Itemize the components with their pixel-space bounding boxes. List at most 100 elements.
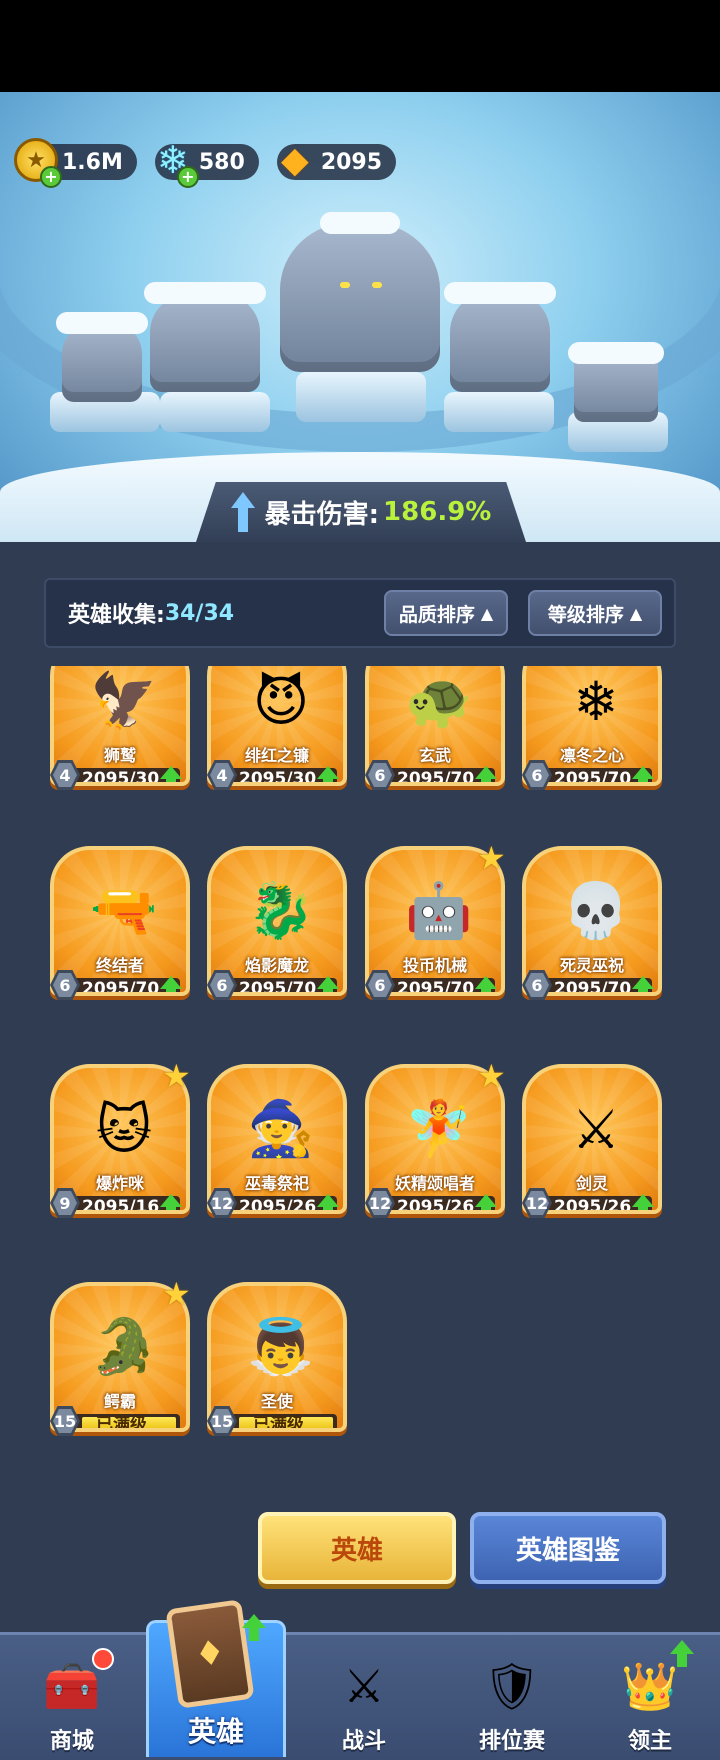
hero-progress-text: 2095/70 [397, 979, 475, 996]
necromancer-icon: 💀 [562, 879, 630, 942]
hero-progress-text: 2095/26 [554, 1197, 632, 1214]
upgrade-arrow-icon [160, 1194, 182, 1210]
hero-card[interactable]: 🦅 狮鹫 2095/30 4 [50, 666, 190, 796]
crossed-swords-icon: ⚔ [343, 1659, 385, 1713]
plus-icon[interactable]: + [40, 166, 62, 188]
star-icon: ★ [477, 1057, 506, 1095]
upgrade-arrow-icon [317, 766, 339, 782]
up-arrow-icon [230, 492, 255, 532]
collection-label: 英雄收集: [68, 603, 165, 628]
shield-crest-icon: 🛡 [482, 1658, 542, 1713]
statue-2 [144, 282, 266, 392]
nav-ranked[interactable]: 🛡 排位赛 [440, 1635, 584, 1760]
pedestal-center [296, 372, 426, 422]
fairy-icon: 🧚 [405, 1097, 473, 1160]
star-icon: ★ [162, 1275, 191, 1313]
nav-lord[interactable]: 👑 领主 [578, 1635, 720, 1760]
hero-progress-text: 2095/70 [82, 979, 160, 996]
upgrade-arrow-icon [475, 1194, 497, 1210]
nav-hero-label: 英雄 [187, 1715, 244, 1748]
hero-progress-text: 2095/30 [82, 769, 160, 786]
crystal-value: 580 [198, 149, 245, 175]
crit-value: 186.9% [383, 497, 492, 527]
hero-button-label: 英雄 [330, 1535, 383, 1566]
ice-queen-icon: ❄ [573, 669, 619, 733]
notification-dot-icon [92, 1648, 114, 1670]
quality-sort-button[interactable]: 品质排序 ▲ [384, 590, 508, 636]
hero-card[interactable]: 💀 死灵巫祝 2095/70 6 [522, 846, 662, 1006]
status-bar [0, 0, 720, 92]
hero-card[interactable]: 🤖 投币机械 2095/70 6 ★ [365, 842, 506, 1006]
crystal-currency[interactable]: ❄ + 580 [154, 138, 259, 188]
crit-label: 暴击伤害: [264, 499, 380, 530]
triangle-up-icon: ▲ [480, 603, 494, 623]
hero-card[interactable]: 🧚 妖精颂唱者 2095/26 12 ★ [365, 1060, 506, 1224]
nav-shop-label: 商城 [49, 1729, 94, 1754]
upgrade-arrow-icon [160, 766, 182, 782]
statue-5 [568, 342, 664, 422]
griffin-icon: 🦅 [90, 669, 158, 732]
hero-card[interactable]: 🐉 焰影魔龙 2095/70 6 [207, 846, 347, 1006]
level-sort-button[interactable]: 等级排序 ▲ [528, 590, 662, 636]
plus-icon[interactable]: + [176, 166, 199, 188]
crocodile-icon: 🐊 [90, 1315, 158, 1378]
level-sort-label: 等级排序 [547, 603, 624, 626]
hero-progress-text: 2095/26 [239, 1197, 317, 1214]
hero-card[interactable]: 🔫 终结者 2095/70 6 [50, 846, 190, 1006]
hero-name: 焰影魔龙 [244, 956, 309, 975]
hero-progress-text: 已满级 [96, 1415, 147, 1432]
upgrade-arrow-icon [632, 1194, 654, 1210]
hero-card[interactable]: 🧙 巫毒祭祀 2095/26 12 [207, 1064, 347, 1224]
hero-name: 剑灵 [575, 1174, 608, 1193]
nav-ranked-label: 排位赛 [478, 1729, 545, 1754]
hero-progress-text: 2095/30 [239, 769, 317, 786]
hero-name: 巫毒祭祀 [244, 1174, 309, 1193]
hero-card[interactable]: 🐢 玄武 2095/70 6 [365, 666, 505, 796]
hero-card-grid: 🦅 狮鹫 2095/30 4 😈 绯红之镰 2095/30 4 🐢 玄武 2095/70 6 ❄ 凛冬之心… [50, 666, 670, 1486]
hero-card[interactable]: 👼 圣使 已满级 15 [207, 1282, 347, 1442]
hero-name: 投币机械 [402, 956, 467, 975]
nav-battle-label: 战斗 [341, 1729, 386, 1754]
hero-card[interactable]: 😈 绯红之镰 2095/30 4 [207, 666, 347, 796]
hero-progress-text: 2095/70 [554, 769, 632, 786]
hero-progress-text: 2095/70 [554, 979, 632, 996]
dragon-icon: 🐉 [247, 879, 315, 942]
hero-name: 凛冬之心 [559, 746, 624, 765]
nav-battle[interactable]: ⚔ 战斗 [292, 1635, 436, 1760]
nav-lord-label: 领主 [627, 1729, 672, 1754]
upgrade-arrow-icon [632, 766, 654, 782]
crit-damage-plate: 暴击伤害: 186.9% [196, 482, 526, 542]
hero-name: 爆炸咪 [95, 1174, 144, 1193]
upgrade-arrow-icon [242, 1614, 266, 1642]
hero-card[interactable]: 🐊 鳄霸 已满级 15 ★ [50, 1278, 191, 1442]
pedestal-2 [160, 392, 270, 432]
currency-bar: ★ + 1.6M ❄ + 580 ◆ 2095 [14, 138, 408, 188]
nav-shop[interactable]: 🧰 商城 [0, 1635, 144, 1760]
hero-name: 鳄霸 [103, 1392, 136, 1411]
amber-currency[interactable]: ◆ 2095 [276, 140, 397, 181]
hero-atlas-button-label: 英雄图鉴 [515, 1535, 620, 1566]
sword-spirit-icon: ⚔ [571, 1097, 621, 1161]
hero-progress-text: 2095/16 [82, 1197, 160, 1214]
cat-girl-icon: 🐱 [95, 1097, 153, 1161]
hero-card[interactable]: 🐱 爆炸咪 2095/16 9 ★ [50, 1060, 191, 1224]
hero-button[interactable]: 英雄 [258, 1512, 456, 1584]
hero-atlas-button[interactable]: 英雄图鉴 [470, 1512, 666, 1584]
upgrade-arrow-icon [317, 976, 339, 992]
hero-name: 妖精颂唱者 [394, 1174, 475, 1193]
pedestal-4 [444, 392, 554, 432]
upgrade-arrow-icon [475, 766, 497, 782]
hero-progress-text: 2095/26 [397, 1197, 475, 1214]
robot-icon: 🤖 [405, 879, 473, 942]
amber-value: 2095 [320, 149, 383, 175]
dragon-statue [280, 212, 440, 372]
hero-name: 终结者 [95, 956, 144, 975]
hero-name: 死灵巫祝 [559, 956, 624, 975]
hero-card[interactable]: ⚔ 剑灵 2095/26 12 [522, 1064, 662, 1224]
hero-progress-text: 已满级 [253, 1415, 304, 1432]
hero-card[interactable]: ❄ 凛冬之心 2095/70 6 [522, 666, 662, 796]
gold-currency[interactable]: ★ + 1.6M [14, 138, 137, 188]
turtle-icon: 🐢 [405, 669, 473, 732]
triangle-up-icon: ▲ [629, 603, 643, 623]
star-icon: ★ [477, 839, 506, 877]
